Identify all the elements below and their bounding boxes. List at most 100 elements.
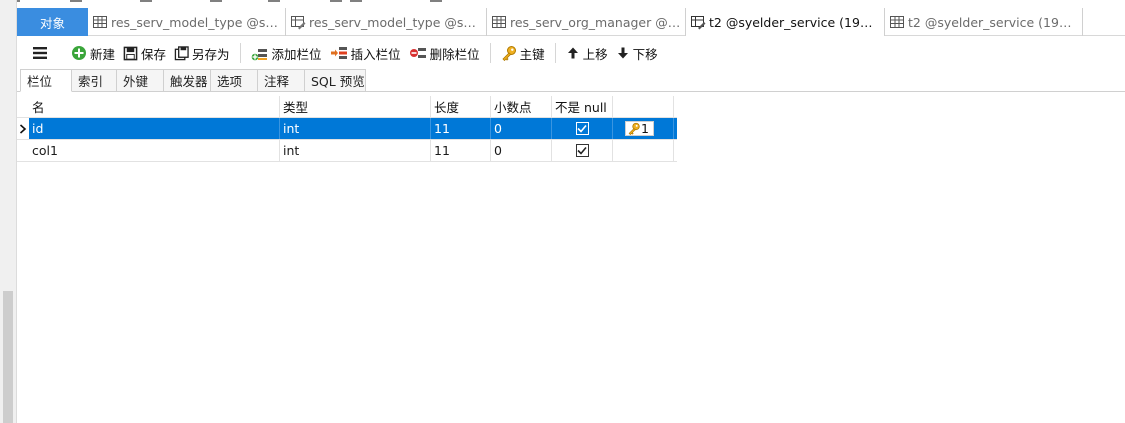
tab-options[interactable]: 选项	[210, 69, 258, 91]
primary-key-badge: 1	[625, 121, 654, 136]
current-row-arrow-icon	[19, 123, 27, 134]
table-design-icon	[691, 16, 706, 30]
new-plus-icon	[72, 46, 86, 60]
design-sub-tabs: 栏位 索引 外键 触发器 选项 注释 SQL 预览	[17, 69, 1125, 92]
move-up-button[interactable]: 上移	[562, 41, 612, 65]
row-indicator-header	[17, 96, 29, 117]
header-name[interactable]: 名	[29, 96, 280, 117]
header-decimals[interactable]: 小数点	[491, 96, 552, 117]
field-length-cell[interactable]: 11	[431, 118, 491, 139]
field-name-cell[interactable]: id	[29, 118, 280, 139]
checkmark-icon	[577, 124, 587, 133]
save-as-icon	[174, 45, 189, 60]
save-as-label: 另存为	[192, 46, 230, 62]
tab-t2-design[interactable]: t2 @syelder_service (192.16...	[686, 8, 885, 36]
save-button[interactable]: 保存	[119, 41, 170, 65]
tab-foreign-keys[interactable]: 外键	[116, 69, 164, 91]
toolbar-divider	[554, 43, 556, 63]
header-type[interactable]: 类型	[280, 96, 431, 117]
key-icon	[502, 46, 516, 61]
insert-field-label: 插入栏位	[350, 46, 401, 62]
delete-field-button[interactable]: 删除栏位	[405, 41, 484, 65]
checkmark-icon	[577, 146, 587, 155]
table-design-icon	[291, 16, 306, 30]
tab-res-serv-org-manager[interactable]: res_serv_org_manager @sy...	[487, 8, 686, 36]
row-indicator	[17, 118, 29, 139]
tab-sql-preview-label: SQL 预览	[311, 74, 365, 89]
tab-indexes-label: 索引	[78, 74, 104, 89]
move-down-button[interactable]: 下移	[612, 41, 662, 65]
primary-key-button[interactable]: 主键	[497, 41, 549, 65]
tab-label: res_serv_model_type @syel...	[309, 14, 482, 30]
delete-field-icon	[409, 48, 426, 58]
move-down-label: 下移	[632, 46, 658, 62]
tab-label: res_serv_org_manager @sy...	[510, 14, 681, 30]
field-decimals-cell[interactable]: 0	[491, 118, 552, 139]
delete-field-label: 删除栏位	[429, 46, 480, 62]
tab-objects[interactable]: 对象	[17, 8, 88, 36]
key-icon	[628, 122, 640, 135]
top-window-edge	[0, 0, 1125, 4]
tab-triggers-label: 触发器	[170, 74, 208, 89]
tab-res-serv-model-type-data[interactable]: res_serv_model_type @syel...	[88, 8, 286, 36]
new-button[interactable]: 新建	[67, 41, 119, 65]
insert-field-button[interactable]: 插入栏位	[326, 41, 405, 65]
table-icon	[492, 16, 506, 28]
menu-button[interactable]	[27, 41, 53, 65]
arrow-up-icon	[567, 47, 578, 59]
tab-label: res_serv_model_type @syel...	[111, 14, 281, 30]
field-key-cell[interactable]	[613, 140, 674, 161]
grid-header-row: 名 类型 长度 小数点 不是 null	[17, 96, 677, 118]
hamburger-icon	[33, 47, 47, 59]
document-tabs: 对象 res_serv_model_type @syel... res_serv…	[17, 8, 1125, 36]
header-length[interactable]: 长度	[431, 96, 491, 117]
tab-fields[interactable]: 栏位	[20, 69, 72, 92]
tab-triggers[interactable]: 触发器	[163, 69, 211, 91]
primary-key-label: 主键	[519, 46, 545, 62]
tab-foreign-keys-label: 外键	[123, 74, 149, 89]
table-icon	[890, 16, 904, 28]
field-name-cell[interactable]: col1	[29, 140, 280, 161]
table-row[interactable]: col1 int 11 0	[17, 140, 677, 162]
toolbar-divider	[239, 43, 241, 63]
fields-grid: 名 类型 长度 小数点 不是 null id int 11 0 1 col1 i…	[17, 96, 677, 162]
field-length-cell[interactable]: 11	[431, 140, 491, 161]
field-not-null-cell[interactable]	[552, 118, 613, 139]
tab-indexes[interactable]: 索引	[71, 69, 117, 91]
table-row[interactable]: id int 11 0 1	[17, 118, 677, 140]
scroll-thumb[interactable]	[3, 291, 13, 423]
key-order-label: 1	[641, 121, 649, 136]
save-label: 保存	[141, 46, 167, 62]
save-as-button[interactable]: 另存为	[170, 41, 234, 65]
add-field-label: 添加栏位	[271, 46, 322, 62]
tab-comment[interactable]: 注释	[257, 69, 305, 91]
header-not-null[interactable]: 不是 null	[552, 96, 613, 117]
move-up-label: 上移	[582, 46, 608, 62]
field-type-cell[interactable]: int	[280, 140, 431, 161]
not-null-checkbox[interactable]	[575, 122, 589, 135]
tab-objects-label: 对象	[39, 15, 65, 31]
tab-fields-label: 栏位	[27, 74, 53, 89]
field-key-cell[interactable]: 1	[613, 118, 674, 139]
save-icon	[123, 46, 138, 60]
tab-comment-label: 注释	[264, 74, 290, 89]
tab-sql-preview[interactable]: SQL 预览	[304, 69, 366, 91]
toolbar: 新建 保存 另存为 添加栏位 插入栏位 删除栏位 主键 上移 下移	[17, 38, 1125, 68]
toolbar-divider	[489, 43, 491, 63]
tab-t2-data[interactable]: t2 @syelder_service (192.16...	[885, 8, 1083, 36]
table-icon	[93, 16, 107, 28]
tab-options-label: 选项	[217, 74, 243, 89]
new-label: 新建	[90, 46, 116, 62]
add-field-icon	[251, 49, 267, 61]
not-null-checkbox[interactable]	[575, 144, 589, 157]
tab-res-serv-model-type-design[interactable]: res_serv_model_type @syel...	[286, 8, 487, 36]
field-decimals-cell[interactable]: 0	[491, 140, 552, 161]
tab-label: t2 @syelder_service (192.16...	[709, 14, 880, 30]
field-not-null-cell[interactable]	[552, 140, 613, 161]
field-type-cell[interactable]: int	[280, 118, 431, 139]
left-scroll-strip	[0, 0, 17, 423]
arrow-down-icon	[617, 47, 628, 59]
header-key[interactable]	[613, 96, 674, 117]
add-field-button[interactable]: 添加栏位	[247, 41, 326, 65]
insert-field-icon	[330, 47, 347, 59]
